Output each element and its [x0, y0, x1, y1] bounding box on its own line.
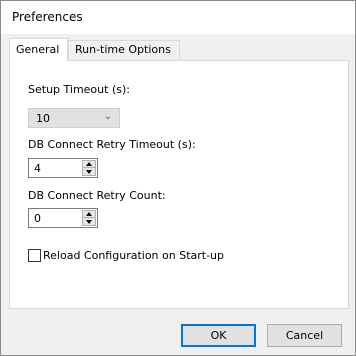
- tab-runtime-options[interactable]: Run-time Options: [68, 40, 180, 60]
- reload-config-label[interactable]: Reload Configuration on Start-up: [43, 249, 224, 262]
- preferences-dialog: Preferences General Run-time Options Set…: [0, 0, 356, 356]
- tab-general[interactable]: General: [9, 38, 68, 61]
- db-retry-count-label: DB Connect Retry Count:: [28, 189, 166, 202]
- spinner-buttons: [82, 160, 96, 176]
- cancel-button[interactable]: Cancel: [267, 324, 342, 347]
- spinner-buttons: [82, 210, 96, 226]
- spin-down-icon[interactable]: [83, 218, 95, 225]
- title-bar[interactable]: Preferences: [1, 1, 355, 34]
- setup-timeout-label: Setup Timeout (s):: [28, 83, 130, 96]
- tab-strip: General Run-time Options: [9, 38, 349, 61]
- setup-timeout-dropdown[interactable]: 10 ⌄: [28, 108, 120, 128]
- db-retry-timeout-spinner[interactable]: 4: [28, 158, 98, 178]
- reload-config-checkbox[interactable]: [28, 249, 41, 262]
- spin-up-icon[interactable]: [83, 161, 95, 168]
- general-tab-panel: Setup Timeout (s): 10 ⌄ DB Connect Retry…: [9, 60, 349, 309]
- spin-down-icon[interactable]: [83, 168, 95, 175]
- tab-general-label: General: [16, 43, 60, 56]
- chevron-down-icon: ⌄: [103, 111, 112, 122]
- setup-timeout-value: 10: [36, 112, 50, 125]
- spin-up-icon[interactable]: [83, 211, 95, 218]
- db-retry-timeout-label: DB Connect Retry Timeout (s):: [28, 138, 196, 151]
- tab-runtime-options-label: Run-time Options: [75, 43, 171, 56]
- db-retry-count-spinner[interactable]: 0: [28, 208, 98, 228]
- db-retry-count-value: 0: [34, 212, 41, 225]
- ok-button[interactable]: OK: [181, 324, 256, 347]
- window-title: Preferences: [12, 10, 83, 24]
- db-retry-timeout-value: 4: [34, 162, 41, 175]
